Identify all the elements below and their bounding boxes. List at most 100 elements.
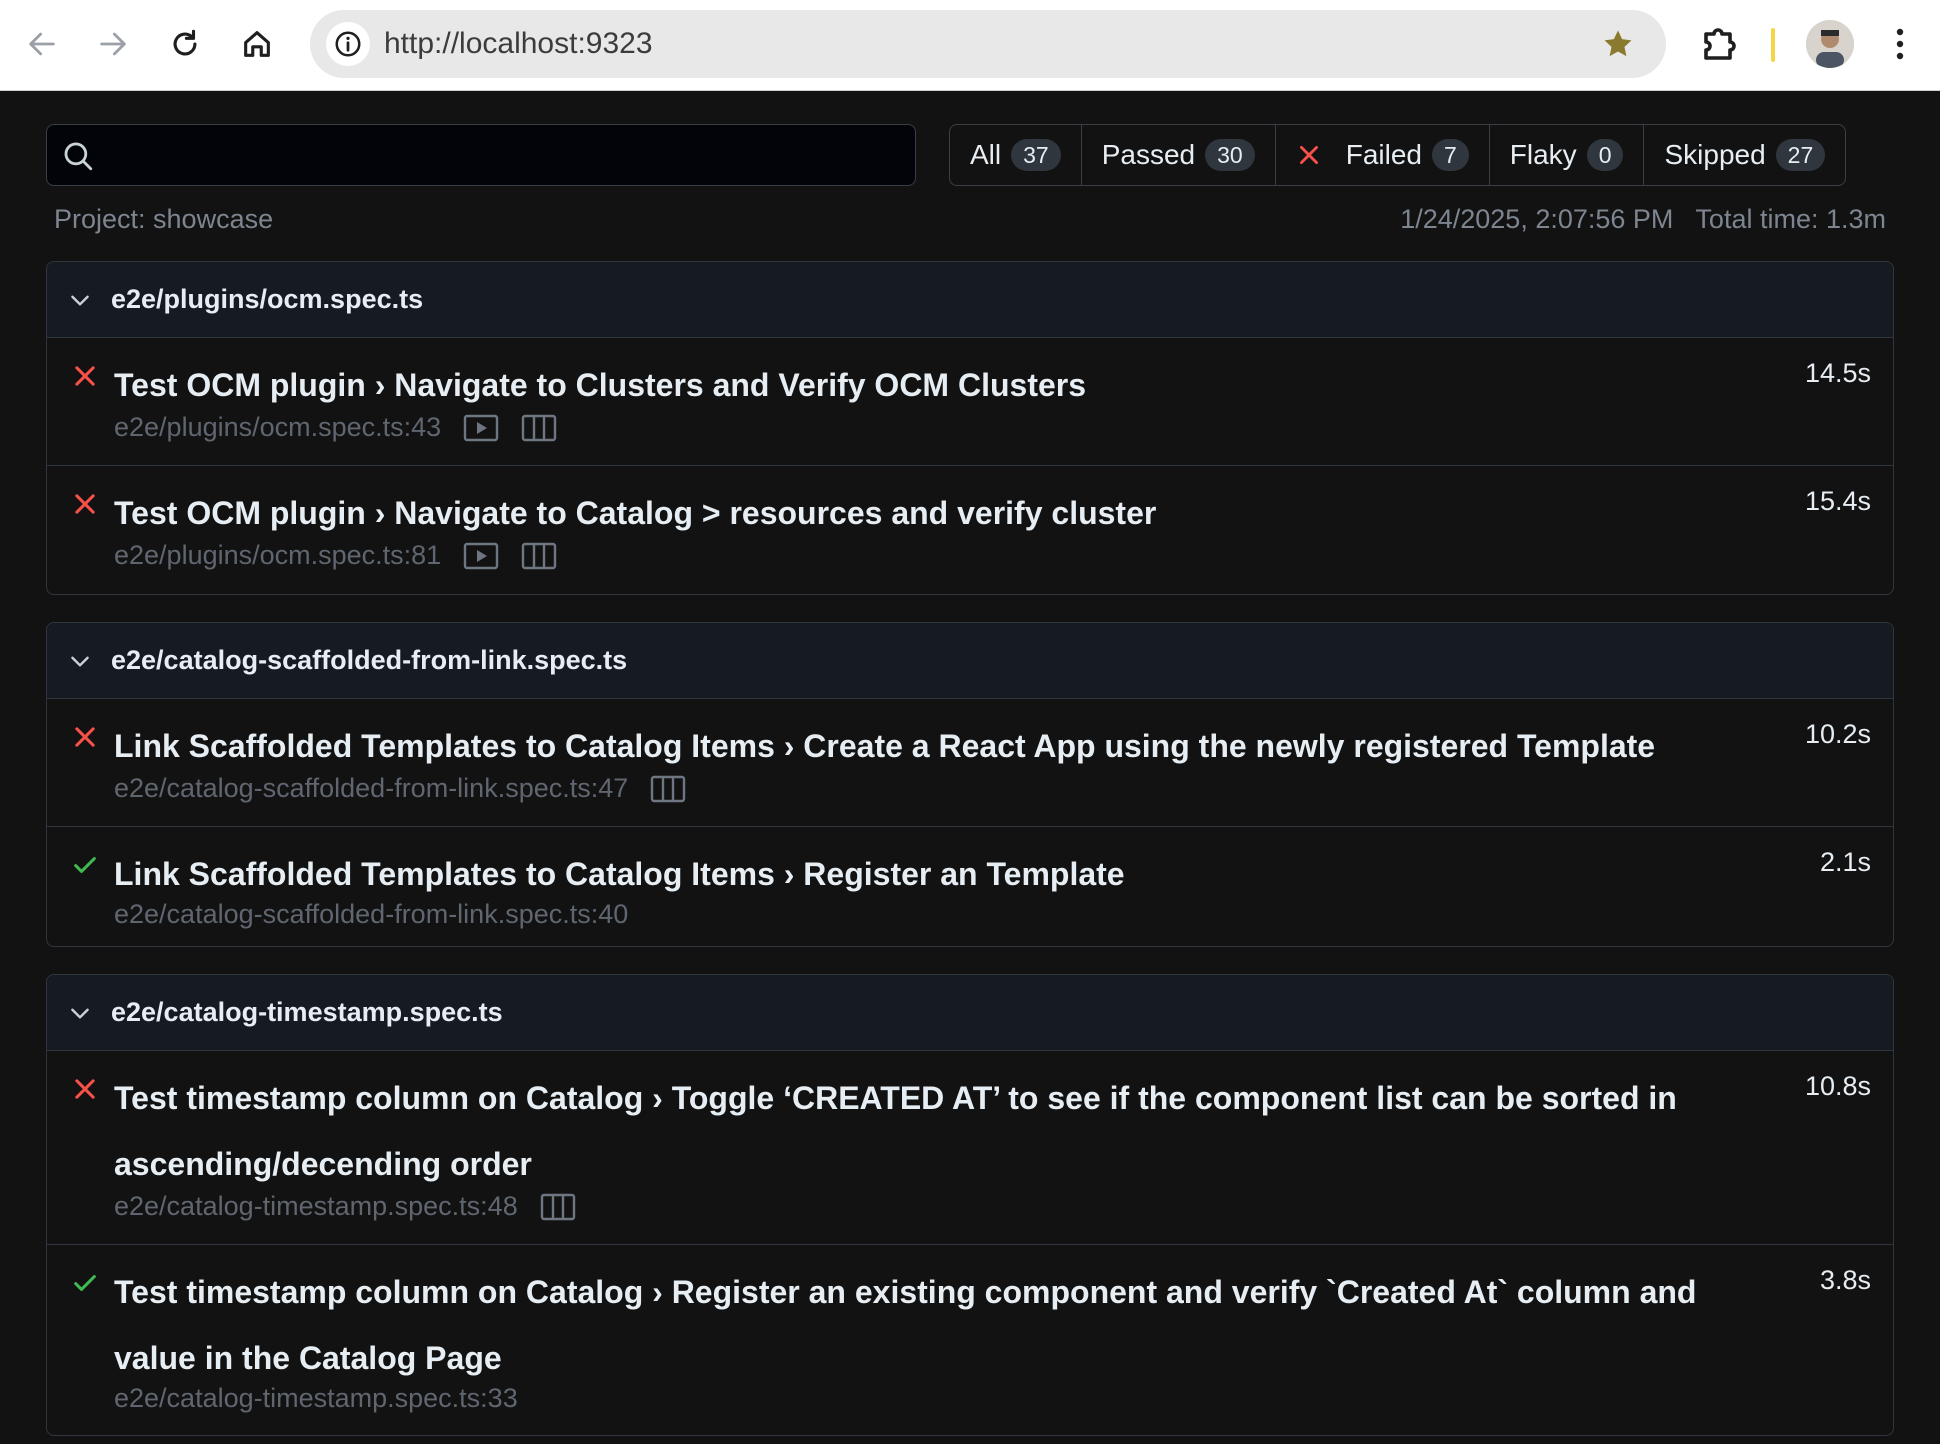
search-input[interactable] [107,125,901,187]
trace-icon[interactable] [521,413,557,443]
test-title[interactable]: Test OCM plugin › Navigate to Catalog > … [114,480,1714,546]
filter-label: Skipped [1664,139,1766,170]
test-row[interactable]: Test timestamp column on Catalog › Regis… [47,1245,1893,1435]
test-location: e2e/plugins/ocm.spec.ts:81 [114,540,442,570]
test-location-row: e2e/catalog-scaffolded-from-link.spec.ts… [114,899,628,930]
trace-icon[interactable] [521,541,557,571]
file-name: e2e/catalog-scaffolded-from-link.spec.ts [111,645,628,675]
reload-icon [173,29,197,56]
failed-x-icon [75,727,95,747]
file-group: e2e/catalog-scaffolded-from-link.spec.ts… [46,622,1894,947]
address-bar[interactable]: http://localhost:9323 [310,10,1666,78]
test-title[interactable]: Test OCM plugin › Navigate to Clusters a… [114,352,1714,418]
failed-x-icon [1299,146,1318,164]
test-row[interactable]: Link Scaffolded Templates to Catalog Ite… [47,699,1893,827]
home-button[interactable] [229,16,285,72]
browser-menu-button[interactable] [1880,20,1920,68]
test-duration: 15.4s [1804,486,1871,516]
filter-label: All [970,139,1002,170]
failed-x-icon [75,494,95,514]
video-icon[interactable] [463,541,499,571]
trace-icon[interactable] [650,774,686,804]
test-duration: 10.8s [1804,1071,1871,1101]
file-name: e2e/catalog-timestamp.spec.ts [111,997,503,1027]
test-title[interactable]: Test timestamp column on Catalog › Regis… [114,1259,1714,1391]
filter-count: 30 [1205,139,1255,171]
bookmark-button[interactable] [1596,22,1640,66]
run-datetime: 1/24/2025, 2:07:56 PM [1400,204,1674,234]
test-duration: 14.5s [1804,358,1871,388]
test-location: e2e/catalog-scaffolded-from-link.spec.ts… [114,899,629,929]
filter-label: Failed [1345,139,1422,170]
browser-toolbar: http://localhost:9323 [0,0,1940,91]
test-row[interactable]: Link Scaffolded Templates to Catalog Ite… [47,827,1893,946]
site-info-icon [335,31,361,57]
file-group: e2e/plugins/ocm.spec.ts Test OCM plugin … [46,261,1894,595]
search-icon [64,142,93,171]
test-row[interactable]: Test OCM plugin › Navigate to Catalog > … [47,466,1893,594]
filter-all[interactable]: All 37 [950,125,1082,185]
test-location: e2e/catalog-timestamp.spec.ts:48 [114,1191,518,1221]
forward-button[interactable] [85,16,141,72]
url-text[interactable]: http://localhost:9323 [384,10,653,78]
back-button[interactable] [14,16,70,72]
test-location: e2e/plugins/ocm.spec.ts:43 [114,412,442,442]
file-header[interactable]: e2e/plugins/ocm.spec.ts [47,262,1893,338]
filter-count: 27 [1775,139,1826,171]
forward-arrow-icon [100,32,126,56]
failed-x-icon [75,1079,95,1099]
filter-flaky[interactable]: Flaky 0 [1490,125,1645,185]
filter-passed[interactable]: Passed 30 [1082,125,1276,185]
home-icon [244,31,270,57]
toolbar-separator [1771,28,1775,62]
test-duration: 3.8s [1819,1265,1871,1295]
video-icon[interactable] [463,413,499,443]
bookmark-star-icon [1604,30,1632,57]
search-box[interactable] [46,124,916,187]
test-duration: 2.1s [1819,847,1871,877]
chevron-down-icon [71,1008,89,1019]
reload-button[interactable] [157,16,213,72]
kebab-menu-icon [1896,28,1904,60]
test-duration: 10.2s [1804,719,1871,749]
filter-label: Passed [1101,139,1196,170]
extensions-button[interactable] [1696,20,1744,68]
test-location: e2e/catalog-timestamp.spec.ts:33 [114,1383,518,1413]
test-title[interactable]: Test timestamp column on Catalog › Toggl… [114,1065,1714,1197]
test-location-row: e2e/catalog-timestamp.spec.ts:33 [114,1383,518,1414]
test-location-row: e2e/catalog-scaffolded-from-link.spec.ts… [114,773,686,804]
passed-check-icon [74,1275,96,1291]
filter-failed[interactable]: Failed 7 [1276,125,1490,185]
file-header[interactable]: e2e/catalog-timestamp.spec.ts [47,975,1893,1051]
test-row[interactable]: Test timestamp column on Catalog › Toggl… [47,1051,1893,1245]
test-location-row: e2e/plugins/ocm.spec.ts:43 [114,412,557,443]
test-row[interactable]: Test OCM plugin › Navigate to Clusters a… [47,338,1893,466]
profile-avatar[interactable] [1806,20,1854,68]
test-location: e2e/catalog-scaffolded-from-link.spec.ts… [114,773,629,803]
back-arrow-icon [29,32,55,56]
file-name: e2e/plugins/ocm.spec.ts [111,284,424,314]
failed-x-icon [75,366,95,386]
filter-label: Flaky [1509,139,1577,170]
test-report: All 37 Passed 30 Failed 7 Flaky 0 Skippe… [0,91,1940,1444]
test-title[interactable]: Link Scaffolded Templates to Catalog Ite… [114,841,1714,907]
trace-icon[interactable] [540,1192,576,1222]
test-location-row: e2e/catalog-timestamp.spec.ts:48 [114,1191,576,1222]
extensions-icon [1704,28,1736,60]
filter-skipped[interactable]: Skipped 27 [1644,125,1845,185]
status-filter-bar: All 37 Passed 30 Failed 7 Flaky 0 Skippe… [949,124,1847,186]
test-location-row: e2e/plugins/ocm.spec.ts:81 [114,540,557,571]
passed-check-icon [74,857,96,873]
filter-count: 0 [1586,139,1624,171]
project-label: Project: showcase [54,204,274,234]
chevron-down-icon [71,656,89,667]
test-title[interactable]: Link Scaffolded Templates to Catalog Ite… [114,713,1714,779]
file-header[interactable]: e2e/catalog-scaffolded-from-link.spec.ts [47,623,1893,699]
file-group: e2e/catalog-timestamp.spec.ts Test times… [46,974,1894,1436]
filter-count: 37 [1011,139,1061,171]
chevron-down-icon [71,295,89,306]
filter-count: 7 [1431,139,1469,171]
total-time: Total time: 1.3m [1695,204,1886,234]
site-info-button[interactable] [326,22,370,66]
run-meta: 1/24/2025, 2:07:56 PM Total time: 1.3m [1400,204,1886,235]
